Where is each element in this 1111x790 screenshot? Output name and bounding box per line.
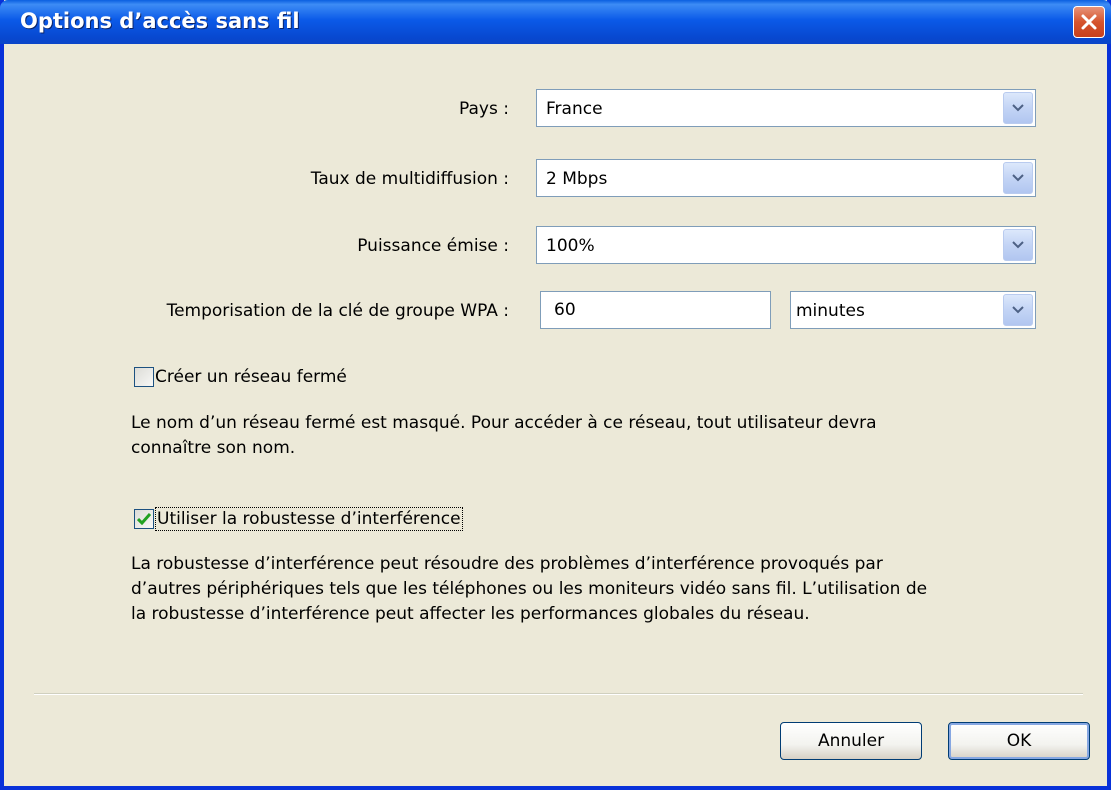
wpa-label: Temporisation de la clé de groupe WPA :: [166, 301, 509, 321]
multicast-dropdown-button[interactable]: [1003, 162, 1033, 194]
ok-button[interactable]: OK: [948, 722, 1090, 760]
wpa-unit-dropdown-button[interactable]: [1003, 294, 1033, 326]
power-dropdown-button[interactable]: [1003, 229, 1033, 261]
interference-description-line: d’autres périphériques tels que les télé…: [131, 579, 928, 599]
chevron-down-icon: [1012, 174, 1024, 182]
chevron-down-icon: [1012, 241, 1024, 249]
title-bar[interactable]: Options d’accès sans fil: [0, 0, 1111, 44]
close-icon: [1081, 14, 1097, 30]
wpa-unit-select[interactable]: minutes: [790, 291, 1036, 329]
power-value: 100%: [546, 236, 595, 256]
closed-network-checkbox[interactable]: [134, 367, 154, 387]
wpa-timeout-input[interactable]: [541, 292, 770, 328]
checkmark-icon: [137, 513, 151, 525]
closed-network-description-line: Le nom d’un réseau fermé est masqué. Pou…: [131, 413, 877, 433]
interference-checkbox[interactable]: [134, 509, 154, 529]
multicast-value: 2 Mbps: [546, 169, 608, 189]
window-title: Options d’accès sans fil: [20, 9, 300, 33]
divider: [34, 693, 1083, 695]
wpa-unit-value: minutes: [796, 301, 865, 321]
chevron-down-icon: [1012, 104, 1024, 112]
country-select[interactable]: France: [536, 89, 1036, 127]
power-select[interactable]: 100%: [536, 226, 1036, 264]
close-button[interactable]: [1073, 6, 1105, 38]
interference-description-line: La robustesse d’interférence peut résoud…: [131, 554, 883, 574]
multicast-select[interactable]: 2 Mbps: [536, 159, 1036, 197]
cancel-button[interactable]: Annuler: [780, 722, 922, 760]
closed-network-label[interactable]: Créer un réseau fermé: [155, 367, 347, 387]
closed-network-description: Le nom d’un réseau fermé est masqué. Pou…: [131, 411, 877, 461]
interference-description-line: la robustesse d’interférence peut affect…: [131, 604, 810, 624]
chevron-down-icon: [1012, 306, 1024, 314]
interference-label[interactable]: Utiliser la robustesse d’interférence: [155, 507, 463, 531]
power-label: Puissance émise :: [357, 236, 509, 256]
interference-description: La robustesse d’interférence peut résoud…: [131, 552, 927, 627]
country-label: Pays :: [459, 99, 509, 119]
wpa-timeout-field[interactable]: [540, 291, 771, 329]
closed-network-description-line: connaître son nom.: [131, 438, 296, 458]
country-value: France: [546, 99, 603, 119]
dialog-window: Options d’accès sans fil Pays : France T…: [0, 0, 1111, 790]
country-dropdown-button[interactable]: [1003, 92, 1033, 124]
multicast-label: Taux de multidiffusion :: [310, 169, 509, 189]
